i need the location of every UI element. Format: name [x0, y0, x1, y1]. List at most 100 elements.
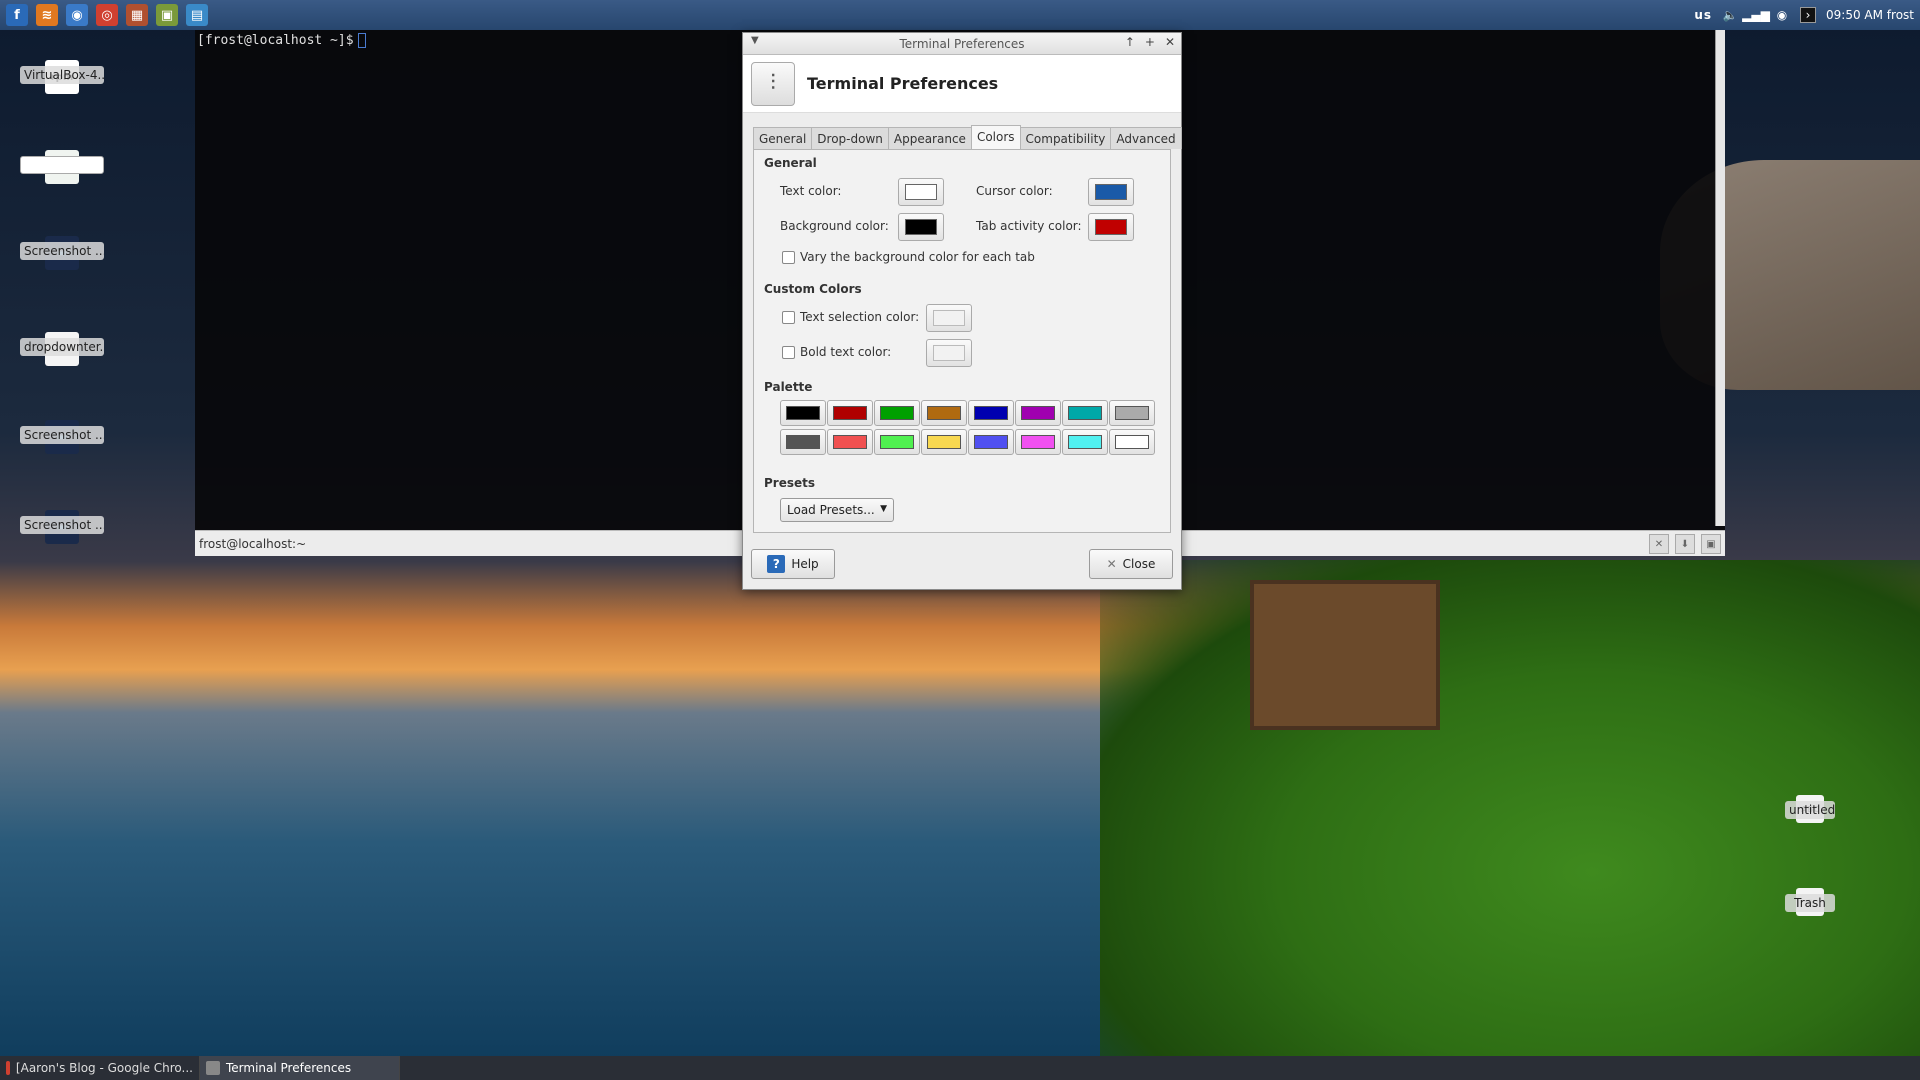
- text-color-button[interactable]: [898, 178, 944, 206]
- palette-swatch: [974, 435, 1008, 449]
- bold-text-color-button[interactable]: [926, 339, 972, 367]
- desktop-icon[interactable]: rpmVirtualBox-4...: [19, 60, 105, 94]
- maximize-icon[interactable]: +: [1145, 35, 1155, 49]
- vary-background-checkbox[interactable]: [782, 251, 795, 264]
- firewall-icon[interactable]: ▦: [126, 4, 148, 26]
- palette-color-1-button[interactable]: [780, 400, 826, 426]
- system-tray: us 🔈 ▂▄▆ ◉ › 09:50 AM frost: [1694, 0, 1914, 30]
- fullscreen-icon[interactable]: ▣: [1701, 534, 1721, 554]
- palette-color-9-button[interactable]: [780, 429, 826, 455]
- terminal-tab-title[interactable]: frost@localhost:~: [199, 537, 306, 551]
- section-palette: Palette: [764, 380, 813, 394]
- palette-swatch: [786, 406, 820, 420]
- bold-text-checkbox[interactable]: [782, 346, 795, 359]
- palette-swatch: [1115, 406, 1149, 420]
- palette-color-15-button[interactable]: [1062, 429, 1108, 455]
- cursor-color-swatch: [1095, 184, 1127, 200]
- rename-field[interactable]: [20, 156, 104, 174]
- palette-swatch: [833, 435, 867, 449]
- text-selection-color-button[interactable]: [926, 304, 972, 332]
- monitor-icon[interactable]: ▤: [186, 4, 208, 26]
- untitled-file-icon[interactable]: ABCuntitled: [1785, 795, 1835, 823]
- taskbar-item[interactable]: Terminal Preferences: [200, 1056, 400, 1080]
- close-icon[interactable]: ✕: [1165, 35, 1175, 49]
- tab-activity-color-button[interactable]: [1088, 213, 1134, 241]
- add-tab-icon[interactable]: ⬇: [1675, 534, 1695, 554]
- palette-color-14-button[interactable]: [1015, 429, 1061, 455]
- palette-color-4-button[interactable]: [921, 400, 967, 426]
- palette-color-10-button[interactable]: [827, 429, 873, 455]
- network-icon[interactable]: ◉: [1774, 7, 1790, 23]
- raise-icon[interactable]: ↑: [1125, 35, 1135, 49]
- tab-appearance[interactable]: Appearance: [887, 127, 972, 149]
- palette-color-2-button[interactable]: [827, 400, 873, 426]
- text-selection-checkbox[interactable]: [782, 311, 795, 324]
- cursor-color-button[interactable]: [1088, 178, 1134, 206]
- rss-icon[interactable]: ≋: [36, 4, 58, 26]
- desktop-icon[interactable]: ▬Screenshot ...: [19, 510, 105, 544]
- desktop-icon[interactable]: ≡dropdownter...: [19, 332, 105, 366]
- chrome-icon: [6, 1061, 10, 1075]
- signal-icon[interactable]: ▂▄▆: [1742, 7, 1770, 23]
- terminal-tray-icon[interactable]: ›: [1800, 7, 1816, 23]
- palette-swatch: [880, 435, 914, 449]
- dialog-header-title: Terminal Preferences: [807, 74, 999, 93]
- palette-color-12-button[interactable]: [921, 429, 967, 455]
- taskbar-item[interactable]: [Aaron's Blog - Google Chro...: [0, 1056, 200, 1080]
- palette-swatch: [1021, 435, 1055, 449]
- desktop-icon[interactable]: C: [19, 150, 105, 184]
- tab-compatibility[interactable]: Compatibility: [1019, 127, 1112, 149]
- chrome-icon[interactable]: ◎: [96, 4, 118, 26]
- background-color-button[interactable]: [898, 213, 944, 241]
- taskbar-item-label: [Aaron's Blog - Google Chro...: [15, 1061, 193, 1075]
- palette-color-3-button[interactable]: [874, 400, 920, 426]
- trash-icon[interactable]: ♲Trash: [1785, 888, 1835, 916]
- text-selection-label: Text selection color:: [800, 310, 920, 324]
- palette-color-8-button[interactable]: [1109, 400, 1155, 426]
- palette-color-16-button[interactable]: [1109, 429, 1155, 455]
- vary-background-label: Vary the background color for each tab: [800, 250, 1035, 264]
- web-browser-icon[interactable]: ◉: [66, 4, 88, 26]
- palette-color-6-button[interactable]: [1015, 400, 1061, 426]
- wallpaper-hut: [1250, 580, 1440, 730]
- section-custom-colors: Custom Colors: [764, 282, 862, 296]
- notes-icon[interactable]: ▣: [156, 4, 178, 26]
- palette-swatch: [880, 406, 914, 420]
- dialog-titlebar[interactable]: ▼ Terminal Preferences ↑ + ✕: [743, 33, 1181, 55]
- load-presets-dropdown[interactable]: Load Presets... ▼: [780, 498, 894, 522]
- preferences-icon: [206, 1061, 220, 1075]
- bold-text-label: Bold text color:: [800, 345, 892, 359]
- help-button[interactable]: ? Help: [751, 549, 835, 579]
- bold-text-swatch: [933, 345, 965, 361]
- desktop-icon[interactable]: ▬Screenshot ...: [19, 420, 105, 454]
- tab-advanced[interactable]: Advanced: [1110, 127, 1182, 149]
- tab-activity-color-swatch: [1095, 219, 1127, 235]
- terminal-cursor: [357, 33, 366, 48]
- palette-swatch: [927, 406, 961, 420]
- tab-general[interactable]: General: [753, 127, 813, 149]
- desktop-icon[interactable]: ▬Screenshot ...: [19, 236, 105, 270]
- desktop-icon-label: Screenshot ...: [20, 242, 104, 260]
- palette-swatch: [1115, 435, 1149, 449]
- palette-swatch: [1068, 406, 1102, 420]
- keyboard-layout[interactable]: us: [1694, 8, 1712, 22]
- palette-swatch: [786, 435, 820, 449]
- close-tab-icon[interactable]: ✕: [1649, 534, 1669, 554]
- close-button[interactable]: ✕ Close: [1089, 549, 1173, 579]
- dialog-window-title: Terminal Preferences: [899, 36, 1025, 51]
- palette-color-5-button[interactable]: [968, 400, 1014, 426]
- volume-icon[interactable]: 🔈: [1722, 7, 1738, 23]
- tab-colors[interactable]: Colors: [970, 125, 1021, 149]
- chevron-down-icon: ▼: [880, 504, 887, 514]
- launcher-bar: f ≋ ◉ ◎ ▦ ▣ ▤: [6, 4, 216, 26]
- background-color-swatch: [905, 219, 937, 235]
- palette-color-11-button[interactable]: [874, 429, 920, 455]
- clock[interactable]: 09:50 AM frost: [1826, 8, 1914, 22]
- palette-color-13-button[interactable]: [968, 429, 1014, 455]
- tab-drop-down[interactable]: Drop-down: [811, 127, 889, 149]
- palette-color-7-button[interactable]: [1062, 400, 1108, 426]
- window-menu-icon[interactable]: ▼: [751, 35, 759, 46]
- fedora-menu-icon[interactable]: f: [6, 4, 28, 26]
- section-presets: Presets: [764, 476, 816, 490]
- terminal-scrollbar[interactable]: [1715, 30, 1725, 526]
